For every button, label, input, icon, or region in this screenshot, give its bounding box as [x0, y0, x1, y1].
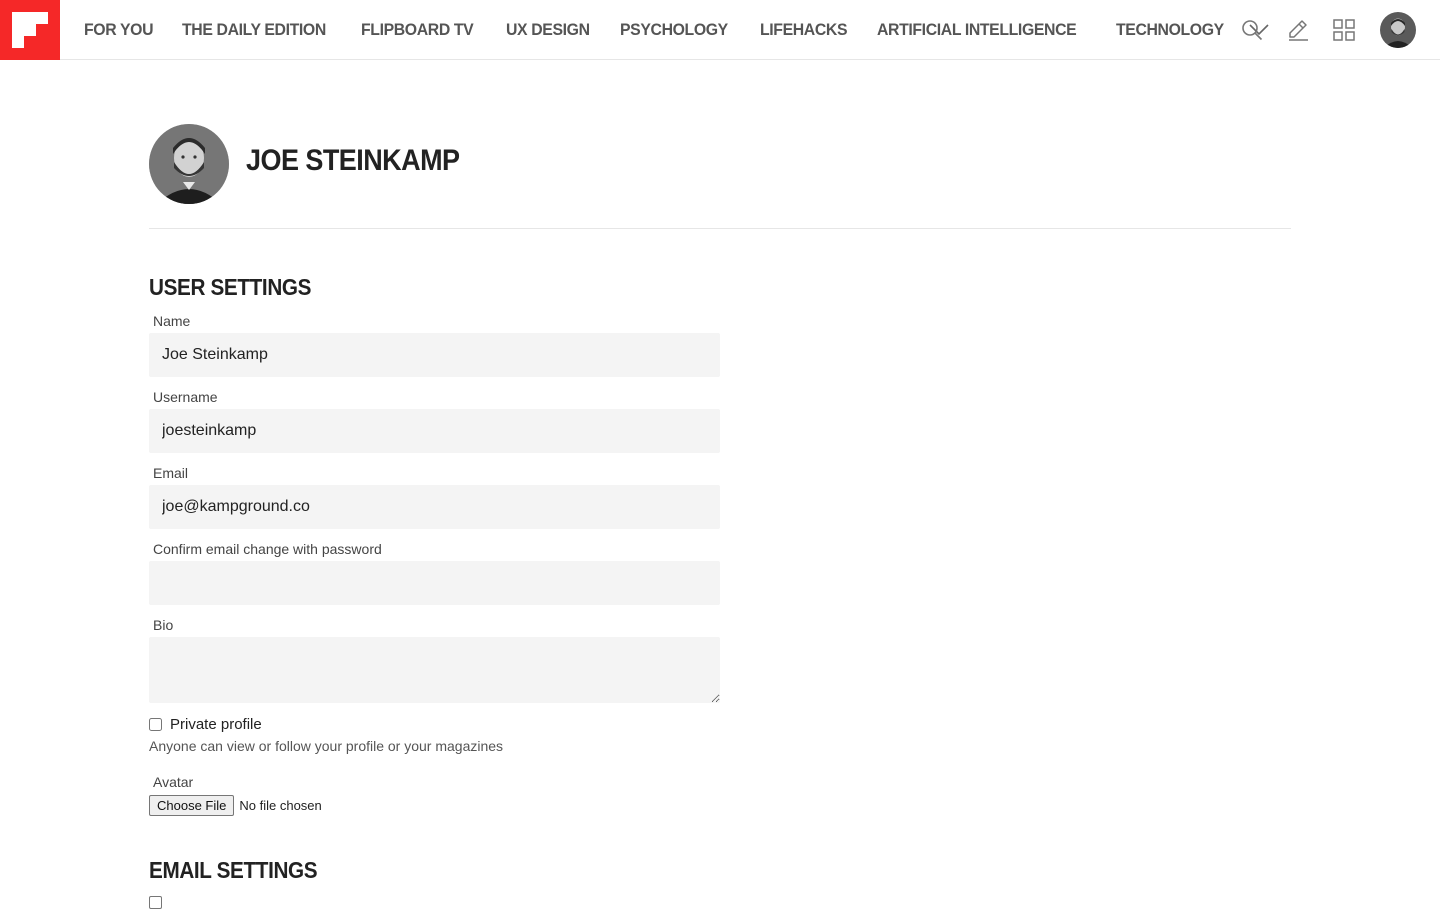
nav-item-daily-edition[interactable]: THE DAILY EDITION: [182, 20, 326, 40]
nav-item-for-you[interactable]: FOR YOU: [84, 20, 154, 40]
pencil-icon[interactable]: [1286, 18, 1310, 42]
profile-header: JOE STEINKAMP: [149, 124, 1291, 229]
file-status: No file chosen: [239, 798, 322, 813]
topic-nav: FOR YOU THE DAILY EDITION FLIPBOARD TV U…: [84, 0, 1270, 60]
profile-name: JOE STEINKAMP: [246, 144, 460, 177]
bio-field[interactable]: [149, 637, 720, 703]
flipboard-logo[interactable]: [0, 0, 60, 60]
avatar[interactable]: [1380, 12, 1416, 48]
email-setting-checkbox[interactable]: [149, 896, 162, 909]
nav-item-technology[interactable]: TECHNOLOGY: [1116, 20, 1224, 40]
name-label: Name: [153, 313, 191, 329]
confirm-password-label: Confirm email change with password: [153, 541, 382, 557]
top-nav-bar: FOR YOU THE DAILY EDITION FLIPBOARD TV U…: [0, 0, 1440, 60]
avatar-file-input: Choose File No file chosen: [149, 795, 322, 816]
search-icon[interactable]: [1240, 18, 1264, 42]
private-profile-row[interactable]: Private profile: [149, 716, 262, 733]
choose-file-button[interactable]: Choose File: [149, 795, 235, 816]
private-profile-checkbox[interactable]: [149, 718, 162, 731]
private-profile-label: Private profile: [170, 716, 262, 733]
confirm-password-field[interactable]: [149, 561, 720, 605]
nav-item-flipboard-tv[interactable]: FLIPBOARD TV: [361, 20, 474, 40]
avatar-label: Avatar: [153, 774, 194, 790]
nav-item-ux-design[interactable]: UX DESIGN: [506, 20, 590, 40]
nav-item-artificial-intelligence[interactable]: ARTIFICIAL INTELLIGENCE: [877, 20, 1077, 40]
nav-item-psychology[interactable]: PSYCHOLOGY: [620, 20, 728, 40]
nav-item-lifehacks[interactable]: LIFEHACKS: [760, 20, 848, 40]
username-label: Username: [153, 389, 218, 405]
grid-icon[interactable]: [1332, 18, 1356, 42]
name-field[interactable]: [149, 333, 720, 377]
email-label: Email: [153, 465, 189, 481]
bio-label: Bio: [153, 617, 174, 633]
username-field[interactable]: [149, 409, 720, 453]
email-settings-title: EMAIL SETTINGS: [149, 857, 318, 883]
profile-avatar: [149, 124, 229, 204]
private-profile-help: Anyone can view or follow your profile o…: [149, 738, 504, 754]
toolbar: [1240, 0, 1440, 60]
user-settings-title: USER SETTINGS: [149, 274, 312, 300]
email-field[interactable]: [149, 485, 720, 529]
